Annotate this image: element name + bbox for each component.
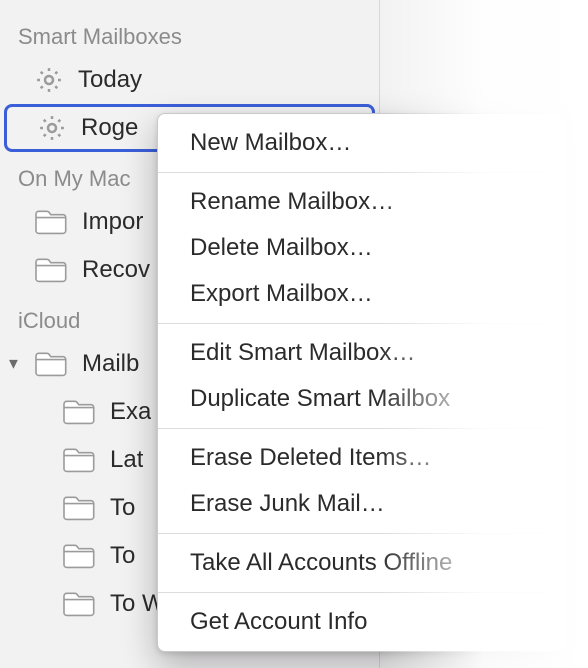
- gear-icon: [37, 113, 67, 143]
- folder-icon: [62, 446, 96, 474]
- menu-item-take-all-accounts-offline[interactable]: Take All Accounts Offline: [158, 540, 566, 586]
- sidebar-item-label: To: [110, 542, 135, 570]
- sidebar-item-label: Roge: [81, 114, 138, 142]
- folder-icon: [34, 208, 68, 236]
- sidebar-item-label: Recov: [82, 256, 150, 284]
- folder-icon: [62, 590, 96, 618]
- sidebar-item-today[interactable]: Today: [0, 56, 379, 104]
- menu-item-new-mailbox[interactable]: New Mailbox…: [158, 120, 566, 166]
- mailbox-context-menu: New Mailbox… Rename Mailbox…Delete Mailbo…: [157, 113, 567, 652]
- sidebar-item-label: Exa: [110, 398, 151, 426]
- folder-icon: [34, 256, 68, 284]
- menu-separator: [158, 592, 566, 593]
- disclosure-triangle-icon[interactable]: ▼: [6, 356, 21, 373]
- menu-separator: [158, 533, 566, 534]
- gear-icon: [34, 65, 64, 95]
- section-header-smart: Smart Mailboxes: [0, 10, 379, 56]
- menu-item-export-mailbox[interactable]: Export Mailbox…: [158, 271, 566, 317]
- menu-item-rename-mailbox[interactable]: Rename Mailbox…: [158, 179, 566, 225]
- folder-icon: [62, 542, 96, 570]
- menu-item-duplicate-smart-mailbox[interactable]: Duplicate Smart Mailbox: [158, 376, 566, 422]
- sidebar-item-label: Impor: [82, 208, 143, 236]
- menu-item-edit-smart-mailbox[interactable]: Edit Smart Mailbox…: [158, 330, 566, 376]
- menu-separator: [158, 428, 566, 429]
- folder-icon: [34, 350, 68, 378]
- menu-item-erase-junk-mail[interactable]: Erase Junk Mail…: [158, 481, 566, 527]
- sidebar-item-label: To: [110, 494, 135, 522]
- menu-separator: [158, 323, 566, 324]
- folder-icon: [62, 398, 96, 426]
- menu-separator: [158, 172, 566, 173]
- sidebar-item-label: Mailb: [82, 350, 139, 378]
- folder-icon: [62, 494, 96, 522]
- sidebar-item-label: Lat: [110, 446, 143, 474]
- menu-item-erase-deleted-items[interactable]: Erase Deleted Items…: [158, 435, 566, 481]
- menu-item-get-account-info[interactable]: Get Account Info: [158, 599, 566, 645]
- menu-item-delete-mailbox[interactable]: Delete Mailbox…: [158, 225, 566, 271]
- sidebar-item-label: Today: [78, 66, 142, 94]
